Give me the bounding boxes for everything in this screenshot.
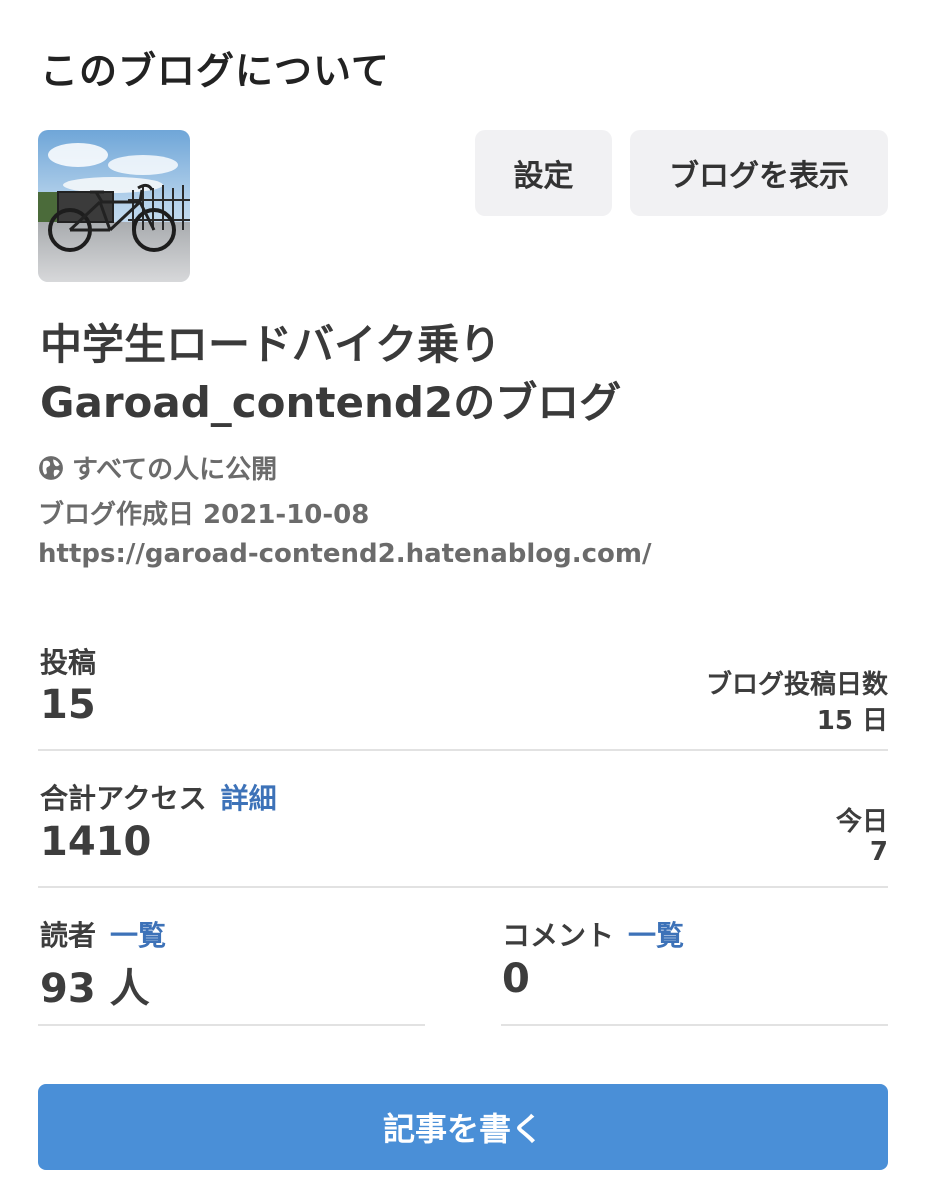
divider: [38, 749, 888, 751]
blog-name: 中学生ロードバイク乗り Garoad_contend2のブログ: [40, 316, 900, 432]
today-value: 7: [869, 837, 888, 867]
write-post-button[interactable]: 記事を書く: [38, 1084, 888, 1170]
access-detail-link[interactable]: 詳細: [221, 782, 277, 815]
posts-value: 15: [40, 682, 96, 728]
divider: [501, 1024, 888, 1026]
visibility-row: すべての人に公開: [38, 449, 277, 486]
access-value: 1410: [40, 819, 152, 865]
comments-value: 0: [502, 956, 530, 1002]
comments-label: コメント: [502, 919, 615, 952]
blog-name-line2: Garoad_contend2のブログ: [40, 378, 622, 427]
readers-list-link[interactable]: 一覧: [110, 919, 166, 952]
readers-label: 読者: [40, 919, 97, 952]
view-blog-button[interactable]: ブログを表示: [630, 130, 888, 216]
created-date: ブログ作成日 2021-10-08: [38, 500, 370, 530]
readers-label-row: 読者 一覧: [40, 914, 166, 954]
globe-icon: [39, 455, 63, 480]
comments-list-link[interactable]: 一覧: [628, 919, 684, 952]
divider: [38, 1024, 425, 1026]
access-label-row: 合計アクセス 詳細: [40, 777, 277, 817]
readers-value: 93 人: [40, 966, 150, 1012]
posts-label: 投稿: [40, 646, 97, 679]
section-title: このブログについて: [40, 49, 390, 93]
comments-label-row: コメント 一覧: [502, 914, 684, 954]
blog-url[interactable]: https://garoad-contend2.hatenablog.com/: [38, 539, 651, 569]
visibility-text: すべての人に公開: [72, 455, 278, 485]
access-label: 合計アクセス: [40, 782, 207, 815]
blog-avatar[interactable]: [38, 130, 190, 282]
divider: [38, 886, 888, 888]
today-label: 今日: [835, 807, 888, 837]
post-days-label: ブログ投稿日数: [705, 670, 888, 700]
bicycle-photo: [38, 130, 190, 282]
blog-name-line1: 中学生ロードバイク乗り: [40, 320, 502, 369]
settings-button[interactable]: 設定: [475, 130, 612, 216]
post-days-value: 15 日: [816, 706, 888, 736]
blog-about-panel: このブログについて 設定 ブログを表示 中学生ロードバイク乗り Garoad_c…: [0, 0, 926, 1200]
